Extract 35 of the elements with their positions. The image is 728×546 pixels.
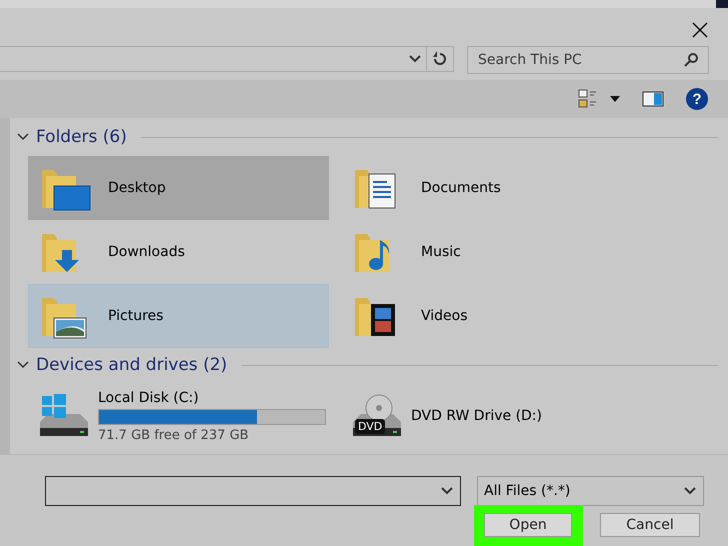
open-button[interactable]: Open [484, 513, 572, 537]
refresh-icon [432, 51, 448, 67]
folder-name: Desktop [108, 180, 166, 196]
drive-name[interactable]: DVD RW Drive (D:) [411, 408, 542, 424]
folder-item[interactable]: Pictures [28, 284, 329, 348]
dropdown-icon [683, 486, 697, 496]
group-header[interactable]: Devices and drives (2) [36, 355, 228, 375]
folder-name: Music [421, 244, 461, 260]
free-space: 71.7 GB free of 237 GB [98, 428, 250, 442]
folder-item[interactable]: Music [341, 220, 642, 284]
folder-name: Pictures [108, 308, 164, 324]
cancel-button[interactable]: Cancel [600, 513, 700, 537]
group-header[interactable]: Folders (6) [36, 127, 127, 147]
folder-name: Documents [421, 180, 501, 196]
folder-item[interactable]: Videos [341, 284, 642, 348]
folder-item[interactable]: Desktop [28, 156, 329, 220]
view-options-icon[interactable] [578, 89, 620, 109]
search-icon [683, 52, 699, 68]
collapse-icon[interactable] [16, 132, 30, 142]
folder-name: Downloads [108, 244, 185, 260]
file-name-field[interactable] [45, 476, 461, 506]
close-icon [690, 20, 710, 40]
collapse-icon[interactable] [16, 360, 30, 370]
address-field[interactable] [0, 46, 427, 72]
dropdown-icon [440, 486, 454, 496]
folder-name: Videos [421, 308, 468, 324]
drive-label: DVD [355, 419, 386, 434]
search-field[interactable]: Search This PC [467, 46, 709, 74]
drive-name[interactable]: Local Disk (C:) [98, 390, 326, 406]
refresh-button[interactable] [427, 46, 454, 72]
folder-item[interactable]: Documents [341, 156, 642, 220]
help-button[interactable]: ? [686, 88, 708, 110]
dropdown-icon [408, 54, 422, 64]
preview-pane-icon[interactable] [642, 91, 664, 107]
folder-item[interactable]: Downloads [28, 220, 329, 284]
